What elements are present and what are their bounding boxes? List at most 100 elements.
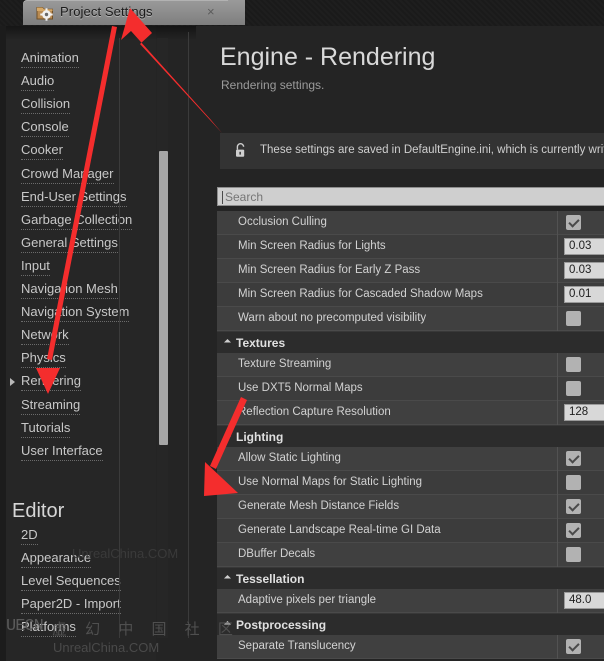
property-label: Reflection Capture Resolution bbox=[238, 406, 391, 418]
property-checkbox[interactable] bbox=[566, 499, 581, 514]
panel-divider bbox=[188, 32, 189, 638]
property-label: Texture Streaming bbox=[238, 358, 331, 370]
property-column-separator bbox=[557, 259, 558, 283]
sidebar-item-platforms[interactable]: Platforms bbox=[21, 619, 76, 637]
property-checkbox[interactable] bbox=[566, 215, 581, 230]
ini-writable-notice: These settings are saved in DefaultEngin… bbox=[220, 133, 604, 169]
sidebar-scrollbar-thumb[interactable] bbox=[159, 151, 168, 445]
sidebar-item-audio[interactable]: Audio bbox=[21, 73, 54, 91]
property-label: Use DXT5 Normal Maps bbox=[238, 382, 363, 394]
sidebar-item-input[interactable]: Input bbox=[21, 258, 50, 276]
property-row: Use Normal Maps for Static Lighting bbox=[217, 471, 604, 495]
property-column-separator bbox=[557, 589, 558, 613]
category-header-textures[interactable]: Textures bbox=[217, 331, 604, 353]
sidebar-item-navigation-mesh[interactable]: Navigation Mesh bbox=[21, 281, 118, 299]
property-column-separator bbox=[557, 235, 558, 259]
property-value-field[interactable]: 0.03 bbox=[564, 238, 604, 255]
sidebar-item-physics[interactable]: Physics bbox=[21, 350, 66, 368]
category-label: Textures bbox=[236, 336, 285, 350]
property-value-field[interactable]: 0.03 bbox=[564, 262, 604, 279]
project-settings-window: Project Settings × Animation Audio Collisi… bbox=[0, 0, 604, 661]
property-value-field[interactable]: 0.01 bbox=[564, 286, 604, 303]
sidebar-item-tutorials[interactable]: Tutorials bbox=[21, 420, 70, 438]
property-row: Occlusion Culling bbox=[217, 211, 604, 235]
page-subtitle: Rendering settings. bbox=[221, 78, 324, 92]
property-row: Texture Streaming bbox=[217, 353, 604, 377]
sidebar-item-end-user-settings[interactable]: End-User Settings bbox=[21, 189, 127, 207]
sidebar-item-animation[interactable]: Animation bbox=[21, 50, 79, 68]
sidebar-item-general-settings[interactable]: General Settings bbox=[21, 235, 118, 253]
property-label: Separate Translucency bbox=[238, 640, 356, 652]
property-checkbox[interactable] bbox=[566, 639, 581, 654]
property-label: Generate Landscape Real-time GI Data bbox=[238, 524, 441, 536]
sidebar-item-user-interface[interactable]: User Interface bbox=[21, 443, 103, 461]
property-checkbox[interactable] bbox=[566, 381, 581, 396]
property-checkbox[interactable] bbox=[566, 357, 581, 372]
property-checkbox[interactable] bbox=[566, 475, 581, 490]
sidebar-item-navigation-system[interactable]: Navigation System bbox=[21, 304, 129, 322]
category-label: Postprocessing bbox=[236, 618, 326, 632]
property-row: DBuffer Decals bbox=[217, 543, 604, 567]
sidebar-divider-inner bbox=[119, 38, 120, 638]
category-label: Lighting bbox=[236, 430, 283, 444]
sidebar-expander-rendering[interactable] bbox=[10, 378, 15, 386]
property-checkbox[interactable] bbox=[566, 451, 581, 466]
property-column-separator bbox=[557, 353, 558, 377]
category-collapse-triangle-icon[interactable] bbox=[224, 433, 231, 440]
unlock-icon bbox=[234, 142, 248, 159]
property-column-separator bbox=[557, 307, 558, 331]
property-column-separator bbox=[557, 401, 558, 425]
property-column-separator bbox=[557, 635, 558, 659]
category-header-postprocessing[interactable]: Postprocessing bbox=[217, 613, 604, 635]
sidebar-item-level-sequences[interactable]: Level Sequences bbox=[21, 573, 121, 591]
property-row: Min Screen Radius for Cascaded Shadow Ma… bbox=[217, 283, 604, 307]
search-input[interactable]: Search bbox=[217, 187, 604, 206]
property-label: Generate Mesh Distance Fields bbox=[238, 500, 399, 512]
tab-close-icon[interactable]: × bbox=[207, 5, 215, 19]
sidebar-item-collision[interactable]: Collision bbox=[21, 96, 70, 114]
property-checkbox[interactable] bbox=[566, 311, 581, 326]
category-collapse-triangle-icon[interactable] bbox=[224, 339, 231, 346]
property-row: Min Screen Radius for Early Z Pass 0.03 bbox=[217, 259, 604, 283]
property-checkbox[interactable] bbox=[566, 547, 581, 562]
property-label: Occlusion Culling bbox=[238, 216, 327, 228]
property-value-field[interactable]: 48.0 bbox=[564, 592, 604, 609]
sidebar-item-appearance[interactable]: Appearance bbox=[21, 550, 91, 568]
category-header-lighting[interactable]: Lighting bbox=[217, 425, 604, 447]
category-collapse-triangle-icon[interactable] bbox=[224, 575, 231, 582]
property-column-separator bbox=[557, 211, 558, 235]
property-row: Allow Static Lighting bbox=[217, 447, 604, 471]
sidebar-item-crowd-manager[interactable]: Crowd Manager bbox=[21, 166, 114, 184]
page-title: Engine - Rendering bbox=[220, 43, 435, 72]
property-row: Warn about no precomputed visibility bbox=[217, 307, 604, 331]
property-column-separator bbox=[557, 495, 558, 519]
category-label: Tessellation bbox=[236, 572, 304, 586]
sidebar-top-shadow bbox=[6, 26, 226, 40]
sidebar-group-title-editor: Editor bbox=[12, 500, 64, 523]
category-header-tessellation[interactable]: Tessellation bbox=[217, 567, 604, 589]
sidebar-item-rendering[interactable]: Rendering bbox=[21, 373, 81, 391]
property-row: Min Screen Radius for Lights0.03 bbox=[217, 235, 604, 259]
property-label: Use Normal Maps for Static Lighting bbox=[238, 476, 422, 488]
sidebar-item-garbage-collection[interactable]: Garbage Collection bbox=[21, 212, 132, 230]
property-label: Min Screen Radius for Cascaded Shadow Ma… bbox=[238, 288, 483, 300]
search-caret bbox=[222, 191, 223, 204]
property-column-separator bbox=[557, 543, 558, 567]
property-label: Warn about no precomputed visibility bbox=[238, 312, 426, 324]
settings-content-panel: Engine - Rendering Rendering settings. T… bbox=[196, 26, 604, 661]
sidebar-item-network[interactable]: Network bbox=[21, 327, 69, 345]
sidebar-item-cooker[interactable]: Cooker bbox=[21, 142, 63, 160]
property-checkbox[interactable] bbox=[566, 523, 581, 538]
sidebar-item-streaming[interactable]: Streaming bbox=[21, 397, 80, 415]
sidebar-item-paper2d-import[interactable]: Paper2D - Import bbox=[21, 596, 121, 614]
property-row: Adaptive pixels per triangle48.0 bbox=[217, 589, 604, 613]
property-value-field[interactable]: 128 bbox=[564, 404, 604, 421]
sidebar-item-2d[interactable]: 2D bbox=[21, 527, 38, 545]
property-label: Min Screen Radius for Early Z Pass bbox=[238, 264, 420, 276]
property-column-separator bbox=[557, 447, 558, 471]
category-collapse-triangle-icon[interactable] bbox=[224, 621, 231, 628]
folder-gear-icon bbox=[36, 4, 54, 21]
tab-label: Project Settings bbox=[60, 4, 153, 19]
property-column-separator bbox=[557, 283, 558, 307]
sidebar-item-console[interactable]: Console bbox=[21, 119, 69, 137]
